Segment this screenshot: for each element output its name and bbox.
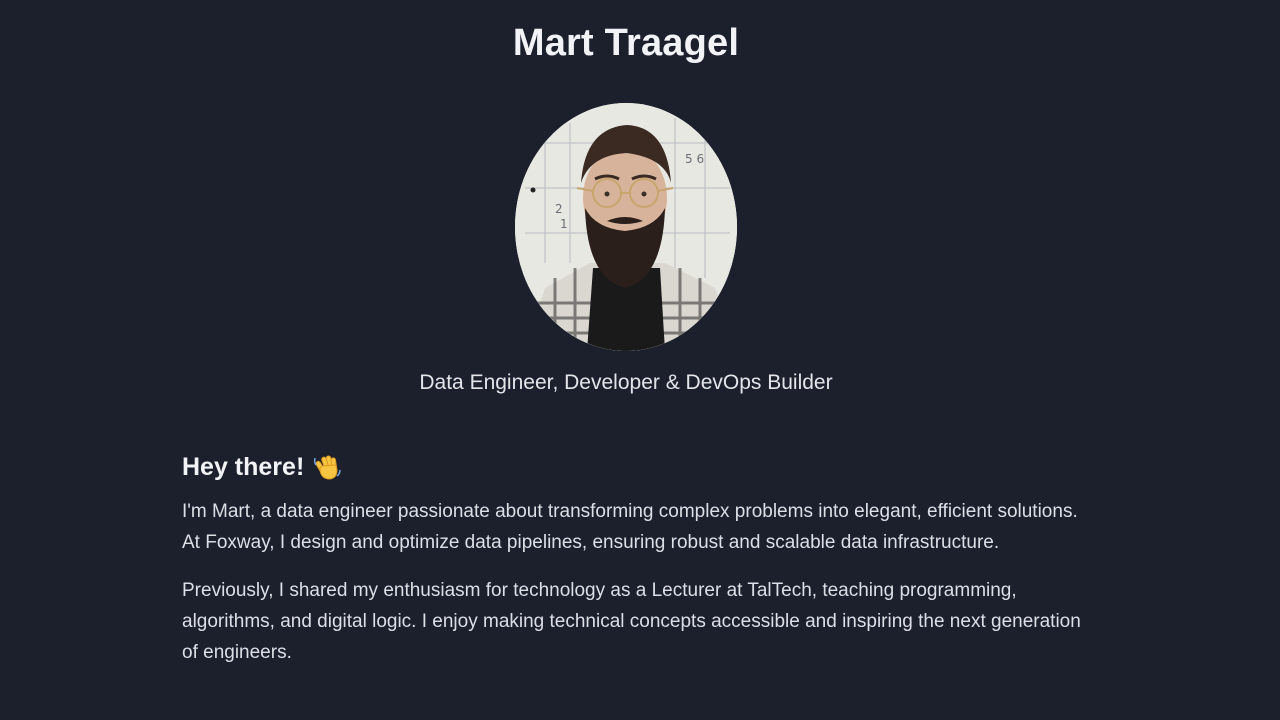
about-section: Hey there! I'm Mart, a data engineer pas… [182, 452, 1082, 685]
page-title: Mart Traagel [512, 22, 740, 64]
svg-text:5 6: 5 6 [685, 152, 704, 166]
subtitle: Data Engineer, Developer & DevOps Builde… [419, 371, 833, 394]
about-paragraph-1: I'm Mart, a data engineer passionate abo… [182, 501, 1078, 553]
greeting-text: Hey there! [182, 452, 305, 481]
greeting-heading: Hey there! [182, 452, 1082, 482]
avatar: 2 1 5 6 [515, 103, 737, 351]
profile-photo-icon: 2 1 5 6 [515, 103, 737, 351]
svg-text:2: 2 [555, 202, 563, 216]
svg-text:1: 1 [560, 217, 568, 231]
about-paragraph-2: Previously, I shared my enthusiasm for t… [182, 580, 1081, 663]
page: Mart Traagel 2 1 5 6 Data Engineer, Deve… [0, 0, 1280, 720]
waving-hand-icon [312, 452, 342, 482]
